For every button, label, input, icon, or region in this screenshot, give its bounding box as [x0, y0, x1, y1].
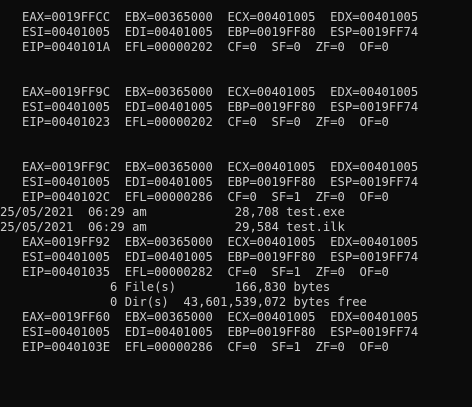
console-line: EAX=0019FF92 EBX=00365000 ECX=00401005 E… — [0, 235, 419, 249]
console-line: 0 Dir(s) 43,601,539,072 bytes free — [0, 295, 367, 309]
console-line: EAX=0019FF60 EBX=00365000 ECX=00401005 E… — [0, 310, 419, 324]
console-line: ESI=00401005 EDI=00401005 EBP=0019FF80 E… — [0, 25, 419, 39]
console-line: ESI=00401005 EDI=00401005 EBP=0019FF80 E… — [0, 175, 419, 189]
console-line: EAX=0019FF9C EBX=00365000 ECX=00401005 E… — [0, 160, 419, 174]
console-line: ESI=00401005 EDI=00401005 EBP=0019FF80 E… — [0, 100, 419, 114]
console-line: EAX=0019FF9C EBX=00365000 ECX=00401005 E… — [0, 85, 419, 99]
console-line: 25/05/2021 06:29 am 29,584 test.ilk — [0, 220, 345, 234]
console-line: EAX=0019FFCC EBX=00365000 ECX=00401005 E… — [0, 10, 419, 24]
console-line: EIP=00401023 EFL=00000202 CF=0 SF=0 ZF=0… — [0, 115, 389, 129]
console-line: EIP=0040102C EFL=00000286 CF=0 SF=1 ZF=0… — [0, 190, 389, 204]
console-line: EIP=0040103E EFL=00000286 CF=0 SF=1 ZF=0… — [0, 340, 389, 354]
console-line: ESI=00401005 EDI=00401005 EBP=0019FF80 E… — [0, 325, 419, 339]
console-line: 6 File(s) 166,830 bytes — [0, 280, 331, 294]
console-line: EIP=00401035 EFL=00000282 CF=0 SF=1 ZF=0… — [0, 265, 389, 279]
console-line: 25/05/2021 06:29 am 28,708 test.exe — [0, 205, 345, 219]
console-output[interactable]: EAX=0019FFCC EBX=00365000 ECX=00401005 E… — [0, 0, 472, 407]
console-line: EIP=0040101A EFL=00000202 CF=0 SF=0 ZF=0… — [0, 40, 389, 54]
console-line: ESI=00401005 EDI=00401005 EBP=0019FF80 E… — [0, 250, 419, 264]
